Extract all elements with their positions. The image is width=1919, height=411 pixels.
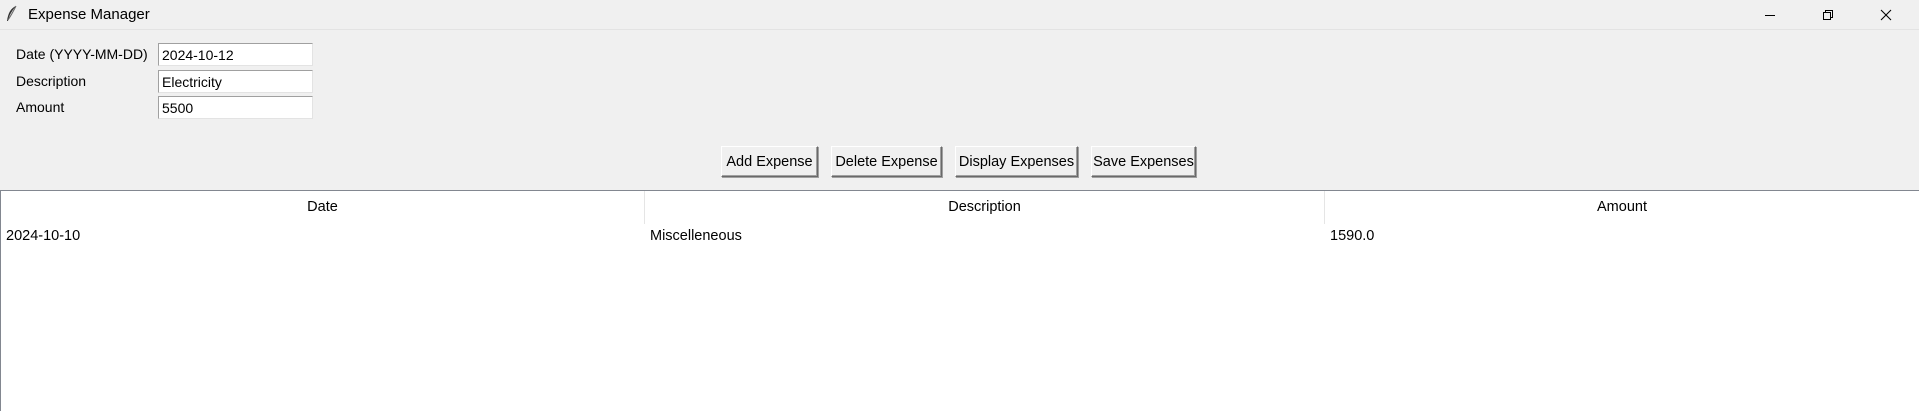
feather-icon	[5, 5, 19, 23]
column-header-description[interactable]: Description	[645, 191, 1325, 224]
restore-button[interactable]	[1799, 0, 1857, 29]
description-label: Description	[16, 73, 87, 89]
date-input[interactable]	[158, 43, 313, 66]
column-header-amount[interactable]: Amount	[1325, 191, 1919, 224]
minimize-button[interactable]	[1741, 0, 1799, 29]
close-button[interactable]	[1857, 0, 1915, 29]
column-header-date[interactable]: Date	[1, 191, 645, 224]
title-bar: Expense Manager	[0, 0, 1919, 30]
date-label: Date (YYYY-MM-DD)	[16, 46, 148, 62]
add-expense-button[interactable]: Add Expense	[721, 146, 818, 177]
description-input[interactable]	[158, 70, 313, 93]
display-expenses-button[interactable]: Display Expenses	[955, 146, 1078, 177]
save-expenses-button[interactable]: Save Expenses	[1091, 146, 1196, 177]
cell-description: Miscelleneous	[650, 228, 742, 244]
window-title: Expense Manager	[28, 6, 150, 23]
expenses-table[interactable]: Date Description Amount 2024-10-10 Misce…	[0, 190, 1919, 411]
amount-input[interactable]	[158, 96, 313, 119]
close-icon	[1880, 9, 1892, 20]
amount-label: Amount	[16, 99, 65, 115]
cell-amount: 1590.0	[1330, 228, 1375, 244]
minimize-icon	[1765, 14, 1775, 16]
restore-icon	[1823, 9, 1833, 20]
delete-expense-button[interactable]: Delete Expense	[831, 146, 942, 177]
cell-date: 2024-10-10	[6, 228, 81, 244]
